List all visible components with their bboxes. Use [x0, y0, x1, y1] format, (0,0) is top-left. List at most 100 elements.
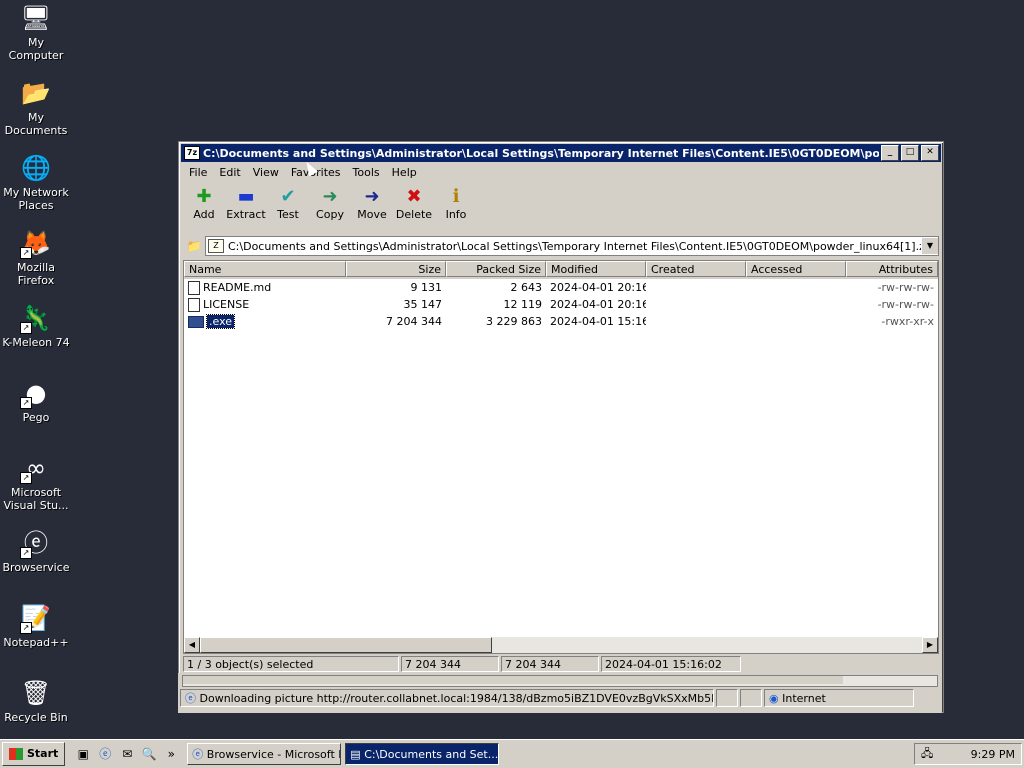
table-row[interactable]: .exe 7 204 344 3 229 863 2024-04-01 15:16 -r…: [184, 313, 938, 330]
scroll-left-icon[interactable]: ◀: [184, 637, 200, 653]
col-header-name[interactable]: Name: [184, 261, 346, 277]
address-field[interactable]: Z C:\Documents and Settings\Administrato…: [205, 236, 939, 256]
chevron-right-icon[interactable]: »: [161, 744, 181, 764]
cell-packed: 2 643: [510, 281, 543, 294]
col-header-attributes[interactable]: Attributes: [846, 261, 938, 277]
toolbar-delete-button[interactable]: ✖ Delete: [393, 186, 435, 230]
menu-help[interactable]: Help: [386, 164, 423, 182]
file-name: .exe: [205, 314, 236, 329]
toolbar-move-button[interactable]: ➜ Move: [351, 186, 393, 230]
toolbar-label: Add: [193, 208, 215, 221]
shortcut-arrow-icon: ↗: [20, 547, 32, 559]
cell-attributes: -rw-rw-rw-: [877, 298, 934, 311]
col-header-accessed[interactable]: Accessed: [746, 261, 846, 277]
start-label: Start: [27, 747, 59, 760]
desktop-icon-recycle-bin[interactable]: 🗑 Recycle Bin: [0, 677, 72, 724]
table-row[interactable]: LICENSE 35 147 12 119 2024-04-01 20:16 -rw-r…: [184, 296, 938, 313]
menu-favorites[interactable]: Favorites: [285, 164, 347, 182]
test-icon: ✔: [280, 186, 296, 207]
status-modified: 2024-04-01 15:16:02: [601, 656, 741, 672]
cell-created: [646, 313, 746, 330]
task-7zip[interactable]: ▤ C:\Documents and Set...: [345, 743, 500, 765]
menu-edit[interactable]: Edit: [213, 164, 246, 182]
col-header-created[interactable]: Created: [646, 261, 746, 277]
menu-file[interactable]: File: [183, 164, 213, 182]
window-title: C:\Documents and Settings\Administrator\…: [203, 146, 879, 160]
network-icon: 🌐: [21, 154, 51, 182]
horizontal-scrollbar[interactable]: ◀ ▶: [184, 637, 938, 653]
scroll-track[interactable]: [200, 637, 922, 653]
desktop-icon-k-meleon[interactable]: 🦎 ↗ K-Meleon 74: [0, 302, 72, 349]
pego-icon: ● ↗: [20, 377, 52, 409]
desktop-icon-label: Notepad++: [3, 636, 69, 649]
desktop-icon-browservice[interactable]: ⓔ ↗ Browservice: [0, 527, 72, 574]
7zip-task-icon: ▤: [350, 748, 365, 761]
scroll-thumb[interactable]: [200, 637, 492, 653]
minimize-button[interactable]: _: [881, 145, 899, 161]
desktop-icon-label: Mozilla Firefox: [17, 261, 55, 287]
start-button[interactable]: Start: [2, 742, 66, 766]
quick-launch: ▣ ⓔ ✉ 🔍 »: [73, 744, 183, 764]
info-icon: ℹ: [452, 186, 460, 207]
scroll-right-icon[interactable]: ▶: [922, 637, 938, 653]
desktop-icon-label: Pego: [22, 411, 50, 424]
toolbar-label: Delete: [395, 208, 433, 221]
menu-tools[interactable]: Tools: [347, 164, 386, 182]
close-button[interactable]: ✕: [921, 145, 939, 161]
toolbar-add-button[interactable]: ✚ Add: [183, 186, 225, 230]
cell-accessed: [746, 313, 846, 330]
desktop-icon-label: My Computer: [8, 36, 64, 62]
browser-scroll-thumb[interactable]: [183, 676, 843, 684]
cell-modified: 2024-04-01 20:16: [550, 281, 646, 294]
chevron-down-icon[interactable]: ▼: [921, 238, 938, 254]
toolbar-info-button[interactable]: ℹ Info: [435, 186, 477, 230]
ie-task-icon: ⓔ: [192, 748, 207, 761]
cell-accessed: [746, 279, 846, 296]
address-text: C:\Documents and Settings\Administrator\…: [228, 239, 921, 253]
desktop-icon-label: Microsoft Visual Stu...: [3, 486, 69, 512]
clock[interactable]: 9:29 PM: [971, 748, 1015, 761]
toolbar-test-button[interactable]: ✔ Test: [267, 186, 309, 230]
title-bar[interactable]: 7z C:\Documents and Settings\Administrat…: [181, 144, 941, 162]
task-7zip-label: C:\Documents and Set...: [364, 748, 499, 761]
task-browservice-label: Browservice - Microsoft I...: [206, 748, 342, 761]
desktop-icon-pego[interactable]: ● ↗ Pego: [0, 377, 72, 424]
toolbar-copy-button[interactable]: ➜ Copy: [309, 186, 351, 230]
desktop-icon-msvs[interactable]: ∞ ↗ Microsoft Visual Stu...: [0, 452, 72, 512]
explorer-icon[interactable]: 🔍: [139, 744, 159, 764]
ie-quicklaunch-icon[interactable]: ⓔ: [95, 744, 115, 764]
col-header-size[interactable]: Size: [346, 261, 446, 277]
desktop-icon-notepadpp[interactable]: 📝 ↗ Notepad++: [0, 602, 72, 649]
desktop-icon-my-documents[interactable]: 📂 My Documents: [0, 77, 72, 137]
ie-icon: ⓔ: [185, 692, 200, 705]
toolbar-label: Extract: [226, 208, 266, 221]
outlook-icon[interactable]: ✉: [117, 744, 137, 764]
menu-view[interactable]: View: [247, 164, 285, 182]
desktop-icon-my-computer[interactable]: 🖥 My Computer: [0, 2, 72, 62]
folder-up-icon[interactable]: 📁: [183, 237, 205, 255]
task-browservice[interactable]: ⓔ Browservice - Microsoft I...: [187, 743, 342, 765]
desktop-icon-my-network-places[interactable]: 🌐 My Network Places: [0, 152, 72, 212]
show-desktop-icon[interactable]: ▣: [73, 744, 93, 764]
network-tray-icon[interactable]: 🖧: [921, 745, 933, 764]
status-packed: 7 204 344: [501, 656, 599, 672]
table-row[interactable]: README.md 9 131 2 643 2024-04-01 20:16 -rw-r…: [184, 279, 938, 296]
cell-size: 7 204 344: [386, 315, 442, 328]
status-bar: 1 / 3 object(s) selected 7 204 344 7 204…: [183, 656, 939, 674]
col-header-modified[interactable]: Modified: [546, 261, 646, 277]
toolbar-extract-button[interactable]: ▬ Extract: [225, 186, 267, 230]
shortcut-arrow-icon: ↗: [20, 472, 32, 484]
copy-icon: ➜: [322, 186, 338, 207]
col-header-packed-size[interactable]: Packed Size: [446, 261, 546, 277]
desktop-icon-mozilla-firefox[interactable]: 🦊 ↗ Mozilla Firefox: [0, 227, 72, 287]
status-selection: 1 / 3 object(s) selected: [183, 656, 399, 672]
desktop-icon-label: K-Meleon 74: [2, 336, 70, 349]
maximize-button[interactable]: □: [901, 145, 919, 161]
cell-created: [646, 279, 746, 296]
desktop-icon-label: My Documents: [4, 111, 68, 137]
executable-file-icon: [188, 316, 204, 328]
file-list[interactable]: Name Size Packed Size Modified Created A…: [183, 260, 939, 654]
system-tray: 🖧 9:29 PM: [914, 743, 1022, 765]
browser-hscrollbar[interactable]: [182, 675, 938, 687]
cell-modified: 2024-04-01 15:16: [550, 315, 646, 328]
